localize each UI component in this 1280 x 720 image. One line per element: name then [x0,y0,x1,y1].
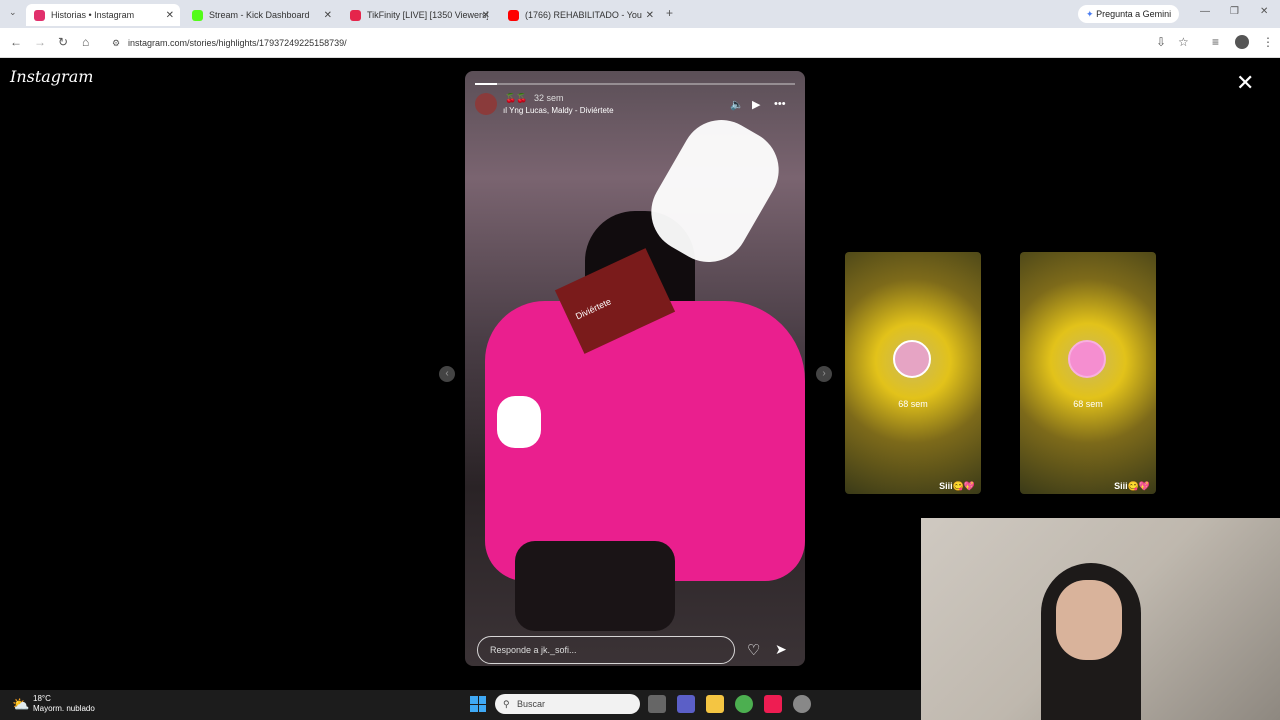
thumbnail-age: 68 sem [898,399,928,409]
site-info-icon[interactable]: ⚙ [112,32,120,54]
search-icon: ⚲ [503,699,510,709]
story-viewer[interactable]: Diviértete 🍒🍒 32 sem ıl Yng Lucas, Maldy… [465,71,805,666]
emoji-icon: 🍒🍒 [505,93,528,103]
close-tab-icon[interactable]: ✕ [324,10,332,21]
mute-icon[interactable]: 🔈 [730,98,744,111]
story-progress-fill [475,83,498,85]
minimize-icon[interactable]: — [1200,6,1210,17]
thumbnail-caption: Siii😋💖 [939,481,975,491]
close-window-icon[interactable]: ✕ [1260,6,1268,17]
next-story-thumbnail[interactable]: 68 sem Siii😋💖 [1020,252,1156,494]
like-heart-icon[interactable]: ♡ [747,641,760,659]
forward-icon[interactable]: → [34,35,46,49]
tab-youtube[interactable]: (1766) REHABILITADO - You ✕ [500,4,660,26]
tab-list-icon[interactable]: ⌄ [9,7,17,18]
white-scribble [497,396,541,448]
home-icon[interactable]: ⌂ [82,35,89,49]
story-header: 🍒🍒 32 sem [505,93,563,104]
weather-desc[interactable]: Mayorm. nublado [33,704,95,713]
url-text: instagram.com/stories/highlights/1793724… [128,38,347,48]
tab-title: (1766) REHABILITADO - You [525,10,642,20]
youtube-favicon-icon [508,9,519,21]
close-story-icon[interactable]: ✕ [1236,70,1254,96]
profile-avatar[interactable] [1235,35,1249,49]
story-image-shorts [515,541,675,631]
next-story-icon[interactable]: › [816,366,832,382]
instagram-favicon-icon [34,9,45,21]
tikfinity-favicon-icon [350,9,361,21]
browser-toolbar: ← → ↻ ⌂ ⚙ instagram.com/stories/highligh… [0,28,1280,58]
reply-input[interactable]: Responde a jk._sofi... [477,636,735,664]
menu-icon[interactable]: ⋮ [1262,35,1274,49]
obs-icon[interactable] [793,695,811,713]
tab-title: Stream - Kick Dashboard [209,10,310,20]
story-progress-bar [475,83,795,85]
taskbar-search[interactable]: ⚲ Buscar [495,694,640,714]
bookmark-star-icon[interactable]: ☆ [1178,35,1189,49]
close-tab-icon[interactable]: ✕ [482,10,490,21]
thumbnail-age: 68 sem [1073,399,1103,409]
gemini-button[interactable]: ✦ Pregunta a Gemini [1078,5,1180,23]
more-options-icon[interactable]: ••• [774,98,786,110]
close-tab-icon[interactable]: ✕ [646,10,654,21]
browser-tabbar: ⌄ Historias • Instagram ✕ Stream - Kick … [0,0,1280,28]
prev-story-icon[interactable]: ‹ [439,366,455,382]
story-song-label: Yng Lucas, Maldy - Diviértete [509,106,614,115]
thumbnail-caption: Siii😋💖 [1114,481,1150,491]
task-view-icon[interactable] [648,695,666,713]
teams-icon[interactable] [677,695,695,713]
gemini-label: Pregunta a Gemini [1096,9,1172,19]
restore-icon[interactable]: ❐ [1230,6,1239,17]
story-avatar [1068,340,1106,378]
story-song[interactable]: ıl Yng Lucas, Maldy - Diviértete [503,106,614,115]
gemini-icon: ✦ [1086,9,1094,19]
file-explorer-icon[interactable] [706,695,724,713]
tab-instagram[interactable]: Historias • Instagram ✕ [26,4,180,26]
tab-search-icon[interactable]: ≡ [1212,35,1219,49]
webcam-overlay [921,518,1280,720]
tiktok-icon[interactable] [764,695,782,713]
install-app-icon[interactable]: ⇩ [1156,35,1166,49]
back-icon[interactable]: ← [10,35,22,49]
music-bars-icon: ıl [503,106,507,115]
address-bar[interactable]: ⚙ instagram.com/stories/highlights/17937… [104,32,1144,54]
weather-cloud-icon[interactable]: ⛅ [12,696,29,713]
streamer-face [1056,580,1122,660]
music-sticker-label: Diviértete [573,296,613,322]
chrome-icon[interactable] [735,695,753,713]
tab-tikfinity[interactable]: TikFinity [LIVE] [1350 Viewers] ✕ [342,4,496,26]
tab-title: Historias • Instagram [51,10,135,20]
play-icon[interactable]: ▶ [752,98,760,111]
tab-title: TikFinity [LIVE] [1350 Viewers] [367,10,488,20]
story-time: 32 sem [533,93,564,103]
search-placeholder: Buscar [517,699,546,709]
weather-temp[interactable]: 18°C [33,694,51,703]
start-icon[interactable] [470,696,486,712]
instagram-logo[interactable]: Instagram [10,67,93,86]
new-tab-icon[interactable]: + [666,6,673,20]
close-tab-icon[interactable]: ✕ [166,10,174,21]
kick-favicon-icon [192,9,203,21]
story-avatar [893,340,931,378]
reload-icon[interactable]: ↻ [58,35,68,49]
send-icon[interactable]: ➤ [775,641,787,658]
next-story-thumbnail[interactable]: 68 sem Siii😋💖 [845,252,981,494]
story-avatar[interactable] [475,93,497,115]
windows-taskbar [0,690,921,720]
tab-kick[interactable]: Stream - Kick Dashboard ✕ [184,4,338,26]
